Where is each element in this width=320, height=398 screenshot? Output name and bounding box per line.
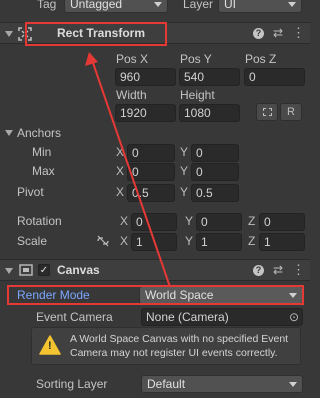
canvas-foldout-icon[interactable]: [5, 268, 13, 274]
pivot-label: Pivot: [17, 185, 44, 199]
anchors-foldout-icon[interactable]: [5, 130, 13, 136]
sorting-layer-value: Default: [147, 377, 186, 391]
rotation-label: Rotation: [17, 214, 62, 228]
warning-exclamation-icon: !: [48, 340, 52, 352]
blueprint-icon: [263, 108, 272, 116]
constrain-proportions-icon[interactable]: [96, 235, 110, 247]
max-y-axis-label: Y: [180, 164, 189, 178]
event-camera-field[interactable]: None (Camera) ⊙: [141, 308, 303, 326]
pos-y-label: Pos Y: [180, 52, 212, 66]
anchors-label: Anchors: [17, 126, 62, 140]
help-icon[interactable]: ?: [253, 28, 264, 39]
warning-text: A World Space Canvas with no specified E…: [70, 333, 289, 359]
scale-label: Scale: [17, 234, 48, 248]
raw-edit-button[interactable]: R: [280, 103, 302, 121]
pivot-y-field[interactable]: 0.5: [191, 184, 239, 202]
render-mode-value: World Space: [145, 288, 214, 302]
min-x-axis-label: X: [116, 145, 125, 159]
sorting-layer-dropdown[interactable]: Default: [141, 375, 303, 393]
canvas-component-icon: [19, 264, 33, 276]
layer-value: UI: [224, 0, 236, 11]
tag-dropdown[interactable]: Untagged: [64, 0, 168, 13]
anchor-max-x-field[interactable]: 0: [127, 163, 175, 181]
min-label: Min: [32, 145, 52, 159]
canvas-help-icon[interactable]: ?: [253, 265, 264, 276]
layer-caret-icon: [288, 2, 296, 7]
max-label: Max: [32, 164, 55, 178]
canvas-menu-icon[interactable]: ⋮: [292, 263, 305, 276]
tag-value: Untagged: [70, 0, 123, 11]
canvas-presets-icon[interactable]: ⇄: [271, 264, 285, 276]
pivot-x-axis-label: X: [116, 185, 125, 199]
height-label: Height: [180, 88, 215, 102]
scale-y-axis-label: Y: [185, 234, 194, 248]
sorting-layer-caret-icon: [289, 382, 297, 387]
height-field[interactable]: 1080: [179, 104, 240, 122]
width-field[interactable]: 1920: [115, 104, 176, 122]
anchor-min-y-field[interactable]: 0: [191, 144, 239, 162]
canvas-enabled-checkbox[interactable]: ✓: [38, 264, 50, 276]
presets-icon[interactable]: ⇄: [271, 27, 285, 39]
pos-x-label: Pos X: [116, 52, 149, 66]
rot-y-axis-label: Y: [185, 214, 194, 228]
rotation-x-field[interactable]: 0: [131, 213, 177, 231]
event-camera-label: Event Camera: [36, 310, 113, 324]
rotation-z-field[interactable]: 0: [259, 213, 305, 231]
scale-x-field[interactable]: 1: [131, 233, 177, 251]
render-mode-label: Render Mode: [17, 288, 90, 302]
rect-transform-icon: [18, 27, 32, 41]
pivot-x-field[interactable]: 0.5: [127, 184, 175, 202]
scale-z-field[interactable]: 1: [259, 233, 305, 251]
anchor-max-y-field[interactable]: 0: [191, 163, 239, 181]
pivot-y-axis-label: Y: [180, 185, 189, 199]
blueprint-mode-button[interactable]: [256, 103, 278, 121]
tag-label: Tag: [37, 0, 57, 11]
layer-label: Layer: [183, 0, 214, 11]
max-x-axis-label: X: [116, 164, 125, 178]
event-camera-value: None (Camera): [146, 310, 229, 324]
pos-z-field[interactable]: 0: [244, 68, 305, 86]
rect-transform-title: Rect Transform: [57, 26, 146, 40]
scale-y-field[interactable]: 1: [196, 233, 242, 251]
canvas-title: Canvas: [57, 263, 100, 277]
scale-x-axis-label: X: [120, 234, 129, 248]
rotation-y-field[interactable]: 0: [196, 213, 242, 231]
rot-x-axis-label: X: [120, 214, 129, 228]
pos-z-label: Pos Z: [245, 52, 277, 66]
layer-dropdown[interactable]: UI: [218, 0, 302, 13]
foldout-arrow-icon[interactable]: [5, 31, 13, 37]
anchor-min-x-field[interactable]: 0: [127, 144, 175, 162]
render-mode-dropdown[interactable]: World Space: [139, 286, 303, 304]
scale-z-axis-label: Z: [248, 234, 256, 248]
render-mode-caret-icon: [289, 293, 297, 298]
pos-y-field[interactable]: 540: [179, 68, 240, 86]
rect-transform-header[interactable]: Rect Transform ? ⇄ ⋮: [0, 22, 310, 44]
rot-z-axis-label: Z: [248, 214, 256, 228]
min-y-axis-label: Y: [180, 145, 189, 159]
warning-helpbox: ! A World Space Canvas with no specified…: [31, 327, 301, 365]
tag-caret-icon: [154, 2, 162, 7]
width-label: Width: [116, 88, 147, 102]
menu-icon[interactable]: ⋮: [292, 26, 305, 39]
canvas-header[interactable]: ✓ Canvas ? ⇄ ⋮: [0, 259, 310, 281]
object-picker-icon[interactable]: ⊙: [289, 309, 299, 325]
sorting-layer-label: Sorting Layer: [36, 377, 108, 391]
pos-x-field[interactable]: 960: [115, 68, 176, 86]
